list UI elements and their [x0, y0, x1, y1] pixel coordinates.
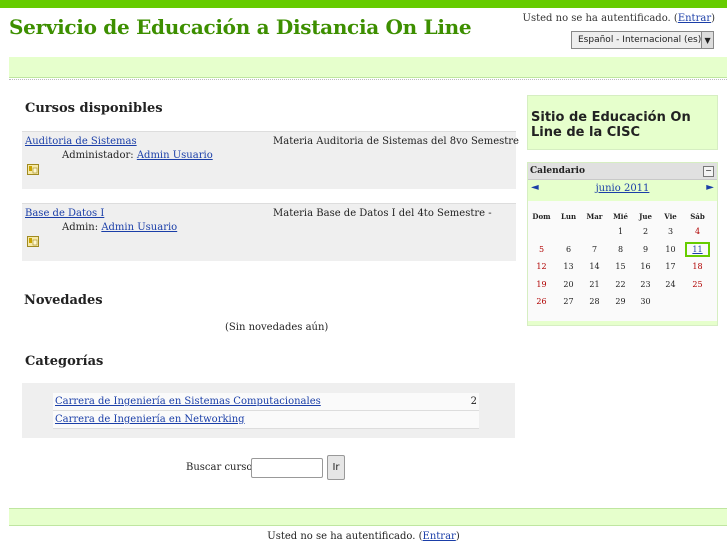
site-title: Servicio de Educación a Distancia On Lin… [9, 15, 472, 39]
news-heading: Novedades [24, 293, 103, 308]
search-input[interactable] [251, 458, 323, 478]
calendar-day[interactable]: 11 [685, 241, 710, 257]
category-row: Carrera de Ingeniería en Sistemas Comput… [53, 393, 479, 411]
search-button[interactable]: Ir [327, 455, 345, 480]
calendar-day[interactable]: 1 [608, 227, 633, 236]
calendar-day[interactable]: 20 [556, 280, 581, 289]
calendar-day[interactable]: 15 [608, 262, 633, 271]
calendar-day[interactable]: 13 [556, 262, 581, 271]
course-teacher: Administador: Admin Usuario [62, 150, 213, 161]
next-month-icon[interactable]: ► [706, 182, 714, 193]
calendar-day[interactable]: 17 [658, 262, 683, 271]
calendar-day[interactable]: 7 [582, 245, 607, 254]
calendar-nav: junio 2011 ◄ ► [528, 182, 717, 196]
calendar-day[interactable]: 24 [658, 280, 683, 289]
teacher-link[interactable]: Admin Usuario [137, 150, 213, 161]
calendar-weekday: Lun [560, 212, 577, 221]
calendar-day[interactable]: 21 [582, 280, 607, 289]
site-info-title: Sitio de Educación On Line de la CISC [531, 110, 691, 140]
calendar-weekday: Sáb [690, 212, 705, 221]
calendar-today-link[interactable]: 11 [692, 245, 702, 254]
language-select[interactable]: Español - Internacional (es) ▼ [571, 31, 714, 49]
calendar-weekday: Dom [532, 212, 551, 221]
calendar-weekday: Mié [613, 212, 628, 221]
calendar-day[interactable]: 10 [658, 245, 683, 254]
divider [9, 79, 727, 80]
categories-heading: Categorías [25, 354, 104, 369]
calendar-day[interactable]: 8 [608, 245, 633, 254]
calendar-month-link[interactable]: junio 2011 [528, 183, 717, 194]
calendar-day[interactable]: 23 [633, 280, 658, 289]
course-summary: Materia Auditoria de Sistemas del 8vo Se… [273, 136, 519, 147]
search-label: Buscar cursos: [186, 462, 261, 473]
category-count: 2 [470, 396, 477, 407]
footer-bar [9, 508, 727, 526]
login-info-prefix: Usted no se ha autentificado. ( [522, 13, 678, 24]
site-info-block: Sitio de Educación On Line de la CISC [527, 95, 718, 150]
category-row: Carrera de Ingeniería en Networking [53, 411, 479, 429]
calendar-day[interactable]: 25 [685, 280, 710, 289]
course-teacher: Admin: Admin Usuario [62, 222, 177, 233]
calendar-weekday: Jue [639, 212, 652, 221]
calendar-day[interactable]: 9 [633, 245, 658, 254]
calendar-weekday: Vie [664, 212, 677, 221]
calendar-day[interactable]: 3 [658, 227, 683, 236]
footer-login-prefix: Usted no se ha autentificado. ( [267, 531, 423, 542]
prev-month-icon[interactable]: ◄ [531, 182, 539, 193]
courses-heading: Cursos disponibles [25, 101, 163, 116]
teacher-role: Admin: [62, 222, 99, 233]
calendar-weekday: Mar [586, 212, 603, 221]
calendar-day[interactable]: 19 [529, 280, 554, 289]
calendar-day[interactable]: 14 [582, 262, 607, 271]
category-link[interactable]: Carrera de Ingeniería en Networking [55, 414, 245, 425]
calendar-day[interactable]: 27 [556, 297, 581, 306]
footer-login-suffix: ) [455, 531, 460, 542]
calendar-title: Calendario [530, 166, 585, 176]
calendar-day[interactable]: 5 [529, 245, 554, 254]
news-empty-message: (Sin novedades aún) [225, 322, 329, 333]
chevron-down-icon: ▼ [701, 32, 713, 48]
login-link[interactable]: Entrar [678, 13, 711, 24]
calendar-day[interactable]: 6 [556, 245, 581, 254]
calendar-day[interactable]: 30 [633, 297, 658, 306]
navbar [9, 57, 727, 78]
calendar-block: Calendario − junio 2011 ◄ ► Dom Lun Mar Mié… [527, 162, 718, 326]
course-link[interactable]: Base de Datos I [25, 208, 104, 219]
calendar-day[interactable]: 4 [685, 227, 710, 236]
course-item: Base de Datos I Admin: Admin Usuario Mat… [22, 203, 516, 261]
calendar-grid: Dom Lun Mar Mié Jue Vie Sáb 1 2 3 4 5 6 7 8 9 10 11 12 13 14… [528, 201, 717, 321]
calendar-day[interactable]: 18 [685, 262, 710, 271]
guest-access-icon[interactable] [27, 164, 39, 175]
calendar-day[interactable]: 29 [608, 297, 633, 306]
guest-access-icon[interactable] [27, 236, 39, 247]
calendar-day[interactable]: 2 [633, 227, 658, 236]
course-link[interactable]: Auditoria de Sistemas [25, 136, 137, 147]
calendar-day[interactable]: 28 [582, 297, 607, 306]
login-info: Usted no se ha autentificado. (Entrar) [523, 13, 715, 24]
calendar-day[interactable]: 26 [529, 297, 554, 306]
calendar-day[interactable]: 12 [529, 262, 554, 271]
collapse-icon[interactable]: − [703, 166, 714, 177]
course-item: Auditoria de Sistemas Administador: Admi… [22, 131, 519, 189]
footer-login-info: Usted no se ha autentificado. (Entrar) [0, 531, 727, 542]
calendar-day[interactable]: 16 [633, 262, 658, 271]
categories-box: Carrera de Ingeniería en Sistemas Comput… [22, 383, 515, 438]
course-summary: Materia Base de Datos I del 4to Semestre… [273, 208, 492, 219]
teacher-role: Administador: [62, 150, 134, 161]
footer-login-link[interactable]: Entrar [423, 531, 456, 542]
calendar-day[interactable]: 22 [608, 280, 633, 289]
teacher-link[interactable]: Admin Usuario [101, 222, 177, 233]
language-selected: Español - Internacional (es) [578, 35, 702, 45]
calendar-header: Calendario − [528, 163, 717, 180]
top-accent-bar [0, 0, 727, 8]
login-info-suffix: ) [711, 13, 715, 24]
category-link[interactable]: Carrera de Ingeniería en Sistemas Comput… [55, 396, 321, 407]
